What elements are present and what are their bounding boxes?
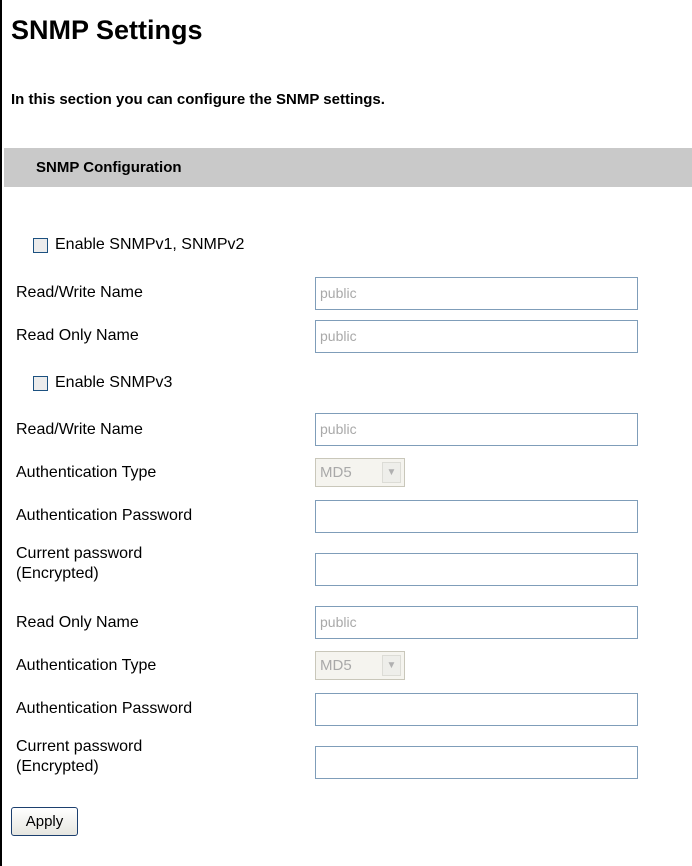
v3-ro-auth-type-label: Authentication Type (16, 657, 157, 674)
v3-rw-current-password-label: Current password (Encrypted) (16, 544, 142, 584)
enable-snmpv3-label: Enable SNMPv3 (55, 374, 173, 391)
chevron-down-icon[interactable]: ▼ (382, 655, 401, 676)
page-title: SNMP Settings (11, 15, 203, 45)
enable-snmpv1v2-row[interactable]: Enable SNMPv1, SNMPv2 (33, 234, 244, 256)
v3-ro-auth-password-input[interactable] (315, 693, 638, 726)
section-header: SNMP Configuration (4, 148, 692, 187)
v3-rw-current-password-input[interactable] (315, 553, 638, 586)
v3-rw-auth-password-label: Authentication Password (16, 507, 193, 524)
v3-ro-current-password-input[interactable] (315, 746, 638, 779)
v3-ro-current-password-label: Current password (Encrypted) (16, 737, 142, 777)
v3-ro-auth-type-value: MD5 (320, 657, 352, 674)
enable-snmpv1v2-label: Enable SNMPv1, SNMPv2 (55, 236, 245, 253)
v3-ro-auth-type-select[interactable]: MD5 ▼ (315, 651, 405, 680)
enable-snmpv3-checkbox[interactable] (33, 375, 48, 391)
v3-read-only-name-input[interactable]: public (315, 606, 638, 639)
v3-ro-current-password-label-line2: (Encrypted) (16, 758, 99, 775)
v3-rw-current-password-label-line1: Current password (16, 545, 143, 562)
v3-read-only-name-label: Read Only Name (16, 614, 139, 631)
v3-rw-auth-password-input[interactable] (315, 500, 638, 533)
v3-read-write-name-input[interactable]: public (315, 413, 638, 446)
v1v2-read-only-name-input[interactable]: public (315, 320, 638, 353)
v1v2-read-write-name-input[interactable]: public (315, 277, 638, 310)
chevron-down-icon[interactable]: ▼ (382, 462, 401, 483)
page-description: In this section you can configure the SN… (11, 91, 385, 108)
v3-rw-auth-type-value: MD5 (320, 464, 352, 481)
v3-rw-auth-type-label: Authentication Type (16, 464, 157, 481)
v3-rw-current-password-label-line2: (Encrypted) (16, 565, 99, 582)
v1v2-read-write-name-label: Read/Write Name (16, 284, 143, 301)
v1v2-read-only-name-label: Read Only Name (16, 327, 139, 344)
section-title: SNMP Configuration (36, 159, 182, 176)
enable-snmpv1v2-checkbox[interactable] (33, 237, 48, 253)
page-frame: SNMP Settings In this section you can co… (0, 0, 692, 866)
v3-ro-auth-password-label: Authentication Password (16, 700, 193, 717)
v3-ro-current-password-label-line1: Current password (16, 738, 143, 755)
v3-rw-auth-type-select[interactable]: MD5 ▼ (315, 458, 405, 487)
apply-button[interactable]: Apply (11, 807, 78, 836)
enable-snmpv3-row[interactable]: Enable SNMPv3 (33, 372, 172, 394)
v3-read-write-name-label: Read/Write Name (16, 421, 143, 438)
